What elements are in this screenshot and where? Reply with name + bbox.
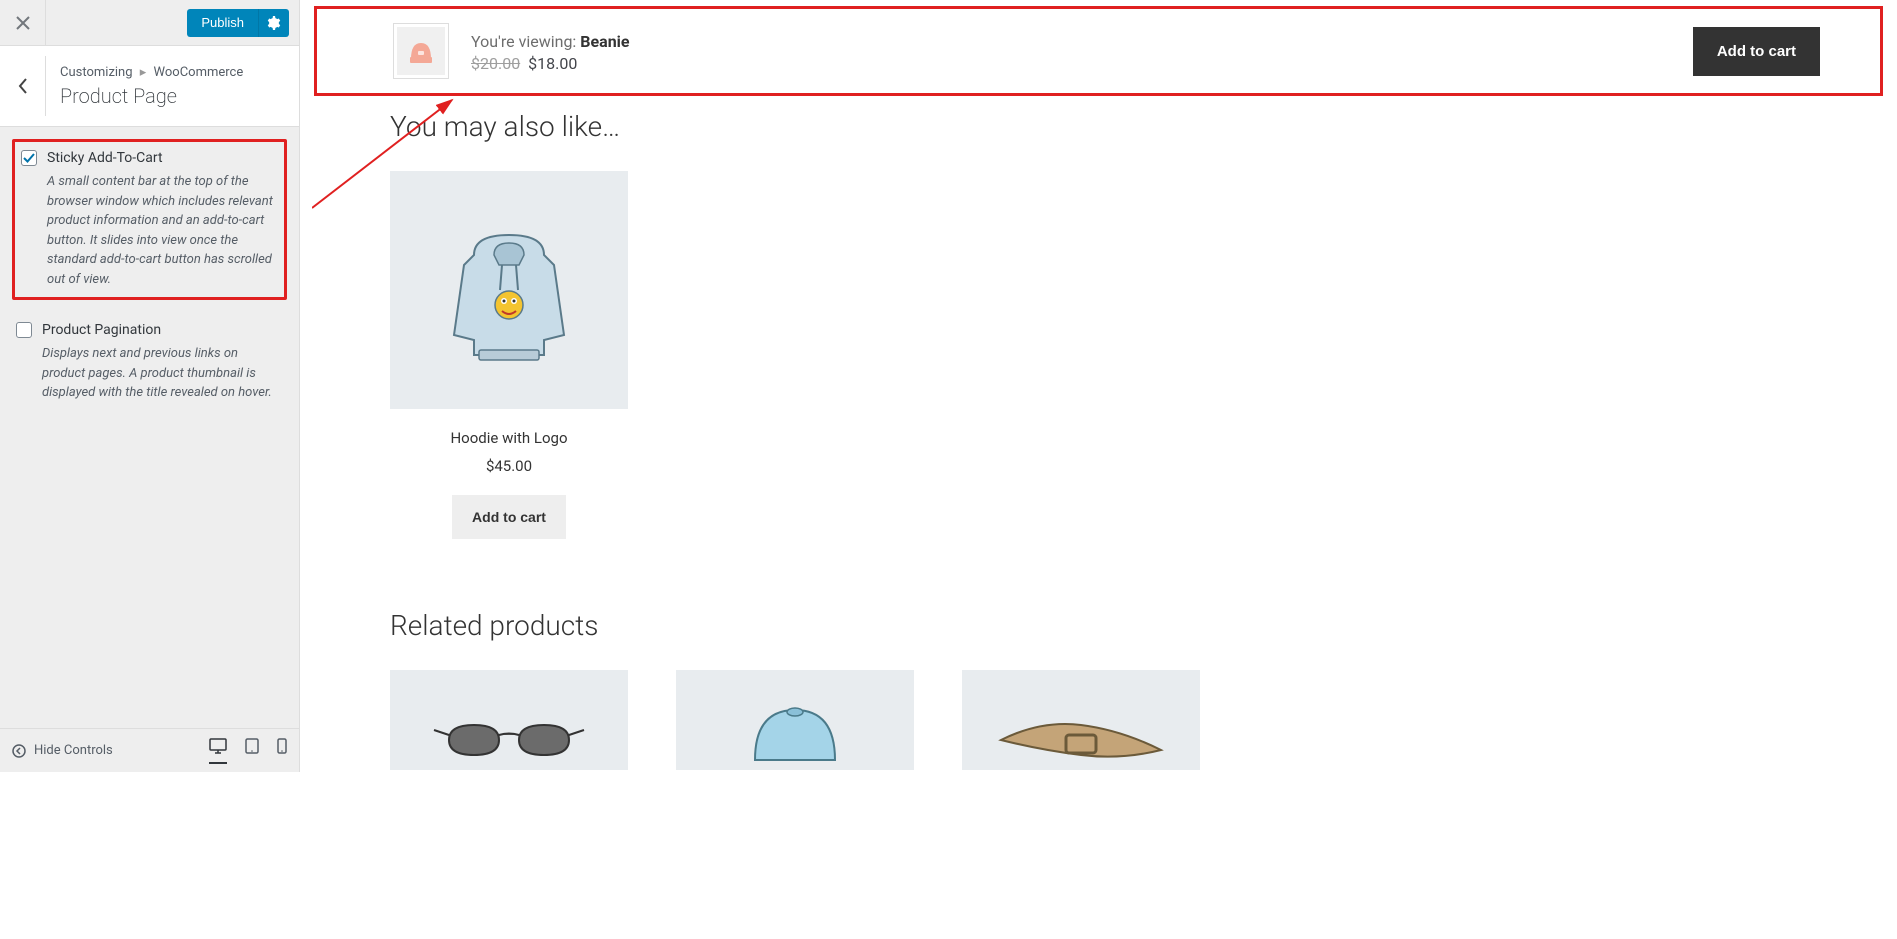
product-price: $45.00	[390, 457, 628, 475]
page-title: Product Page	[60, 84, 243, 108]
publish-settings-button[interactable]	[258, 9, 289, 37]
sunglasses-icon	[429, 700, 589, 770]
tablet-icon	[245, 738, 259, 754]
breadcrumb-section: WooCommerce	[154, 65, 244, 80]
sticky-price-old: $20.00	[471, 54, 520, 73]
related-product-2[interactable]	[676, 670, 914, 770]
collapse-icon	[12, 744, 26, 758]
chevron-left-icon	[17, 77, 29, 95]
tablet-preview-button[interactable]	[245, 738, 259, 764]
sticky-add-to-cart-button[interactable]: Add to cart	[1693, 27, 1820, 76]
sticky-product-name: Beanie	[580, 32, 629, 51]
beanie-icon	[403, 33, 439, 69]
sidebar-footer: Hide Controls	[0, 728, 299, 772]
option-sticky-add-to-cart: Sticky Add-To-Cart A small content bar a…	[12, 139, 287, 300]
desktop-icon	[209, 738, 227, 754]
pagination-checkbox[interactable]	[16, 322, 32, 338]
sticky-price: $20.00 $18.00	[471, 54, 630, 73]
breadcrumb-separator: ▸	[140, 65, 147, 80]
device-preview-toggle	[209, 738, 287, 764]
sticky-product-thumbnail	[393, 23, 449, 79]
hide-controls-button[interactable]: Hide Controls	[12, 743, 113, 758]
related-product-3[interactable]	[962, 670, 1200, 770]
hoodie-icon	[424, 205, 594, 375]
publish-button[interactable]: Publish	[187, 9, 258, 37]
pagination-label: Product Pagination	[42, 322, 161, 338]
back-button[interactable]	[0, 56, 46, 116]
mobile-preview-button[interactable]	[277, 738, 287, 764]
hide-controls-label: Hide Controls	[34, 743, 113, 758]
option-product-pagination: Product Pagination Displays next and pre…	[12, 318, 287, 407]
sticky-cart-checkbox[interactable]	[21, 150, 37, 166]
product-name: Hoodie with Logo	[390, 429, 628, 447]
sidebar-top-bar: Publish	[0, 0, 299, 46]
preview-pane: You're viewing: Beanie $20.00 $18.00 Add…	[300, 0, 1897, 772]
sticky-price-new: $18.00	[528, 54, 577, 73]
breadcrumb: Customizing ▸ WooCommerce	[60, 64, 243, 82]
mobile-icon	[277, 738, 287, 754]
sidebar-header: Customizing ▸ WooCommerce Product Page	[0, 46, 299, 127]
viewing-label: You're viewing:	[471, 32, 580, 51]
customizer-sidebar: Publish Customizing ▸ WooCommerce Produc…	[0, 0, 300, 772]
also-like-heading: You may also like…	[390, 110, 1821, 143]
sticky-cart-label: Sticky Add-To-Cart	[47, 150, 163, 166]
desktop-preview-button[interactable]	[209, 738, 227, 764]
related-heading: Related products	[390, 609, 1821, 642]
sticky-cart-description: A small content bar at the top of the br…	[21, 172, 278, 289]
related-products-grid	[390, 670, 1821, 770]
related-product-1[interactable]	[390, 670, 628, 770]
belt-icon	[991, 710, 1171, 770]
product-card[interactable]: Hoodie with Logo $45.00 Add to cart	[390, 171, 628, 539]
pagination-description: Displays next and previous links on prod…	[16, 344, 283, 403]
gear-icon	[267, 16, 281, 30]
sticky-add-to-cart-bar: You're viewing: Beanie $20.00 $18.00 Add…	[314, 6, 1883, 96]
sidebar-body: Sticky Add-To-Cart A small content bar a…	[0, 127, 299, 728]
product-image	[390, 171, 628, 409]
close-customizer-button[interactable]	[0, 0, 46, 46]
cap-icon	[725, 690, 865, 770]
close-icon	[16, 16, 30, 30]
check-icon	[23, 152, 35, 164]
breadcrumb-customizing: Customizing	[60, 65, 133, 80]
sticky-viewing-text: You're viewing: Beanie	[471, 29, 630, 55]
product-add-to-cart-button[interactable]: Add to cart	[452, 495, 566, 539]
